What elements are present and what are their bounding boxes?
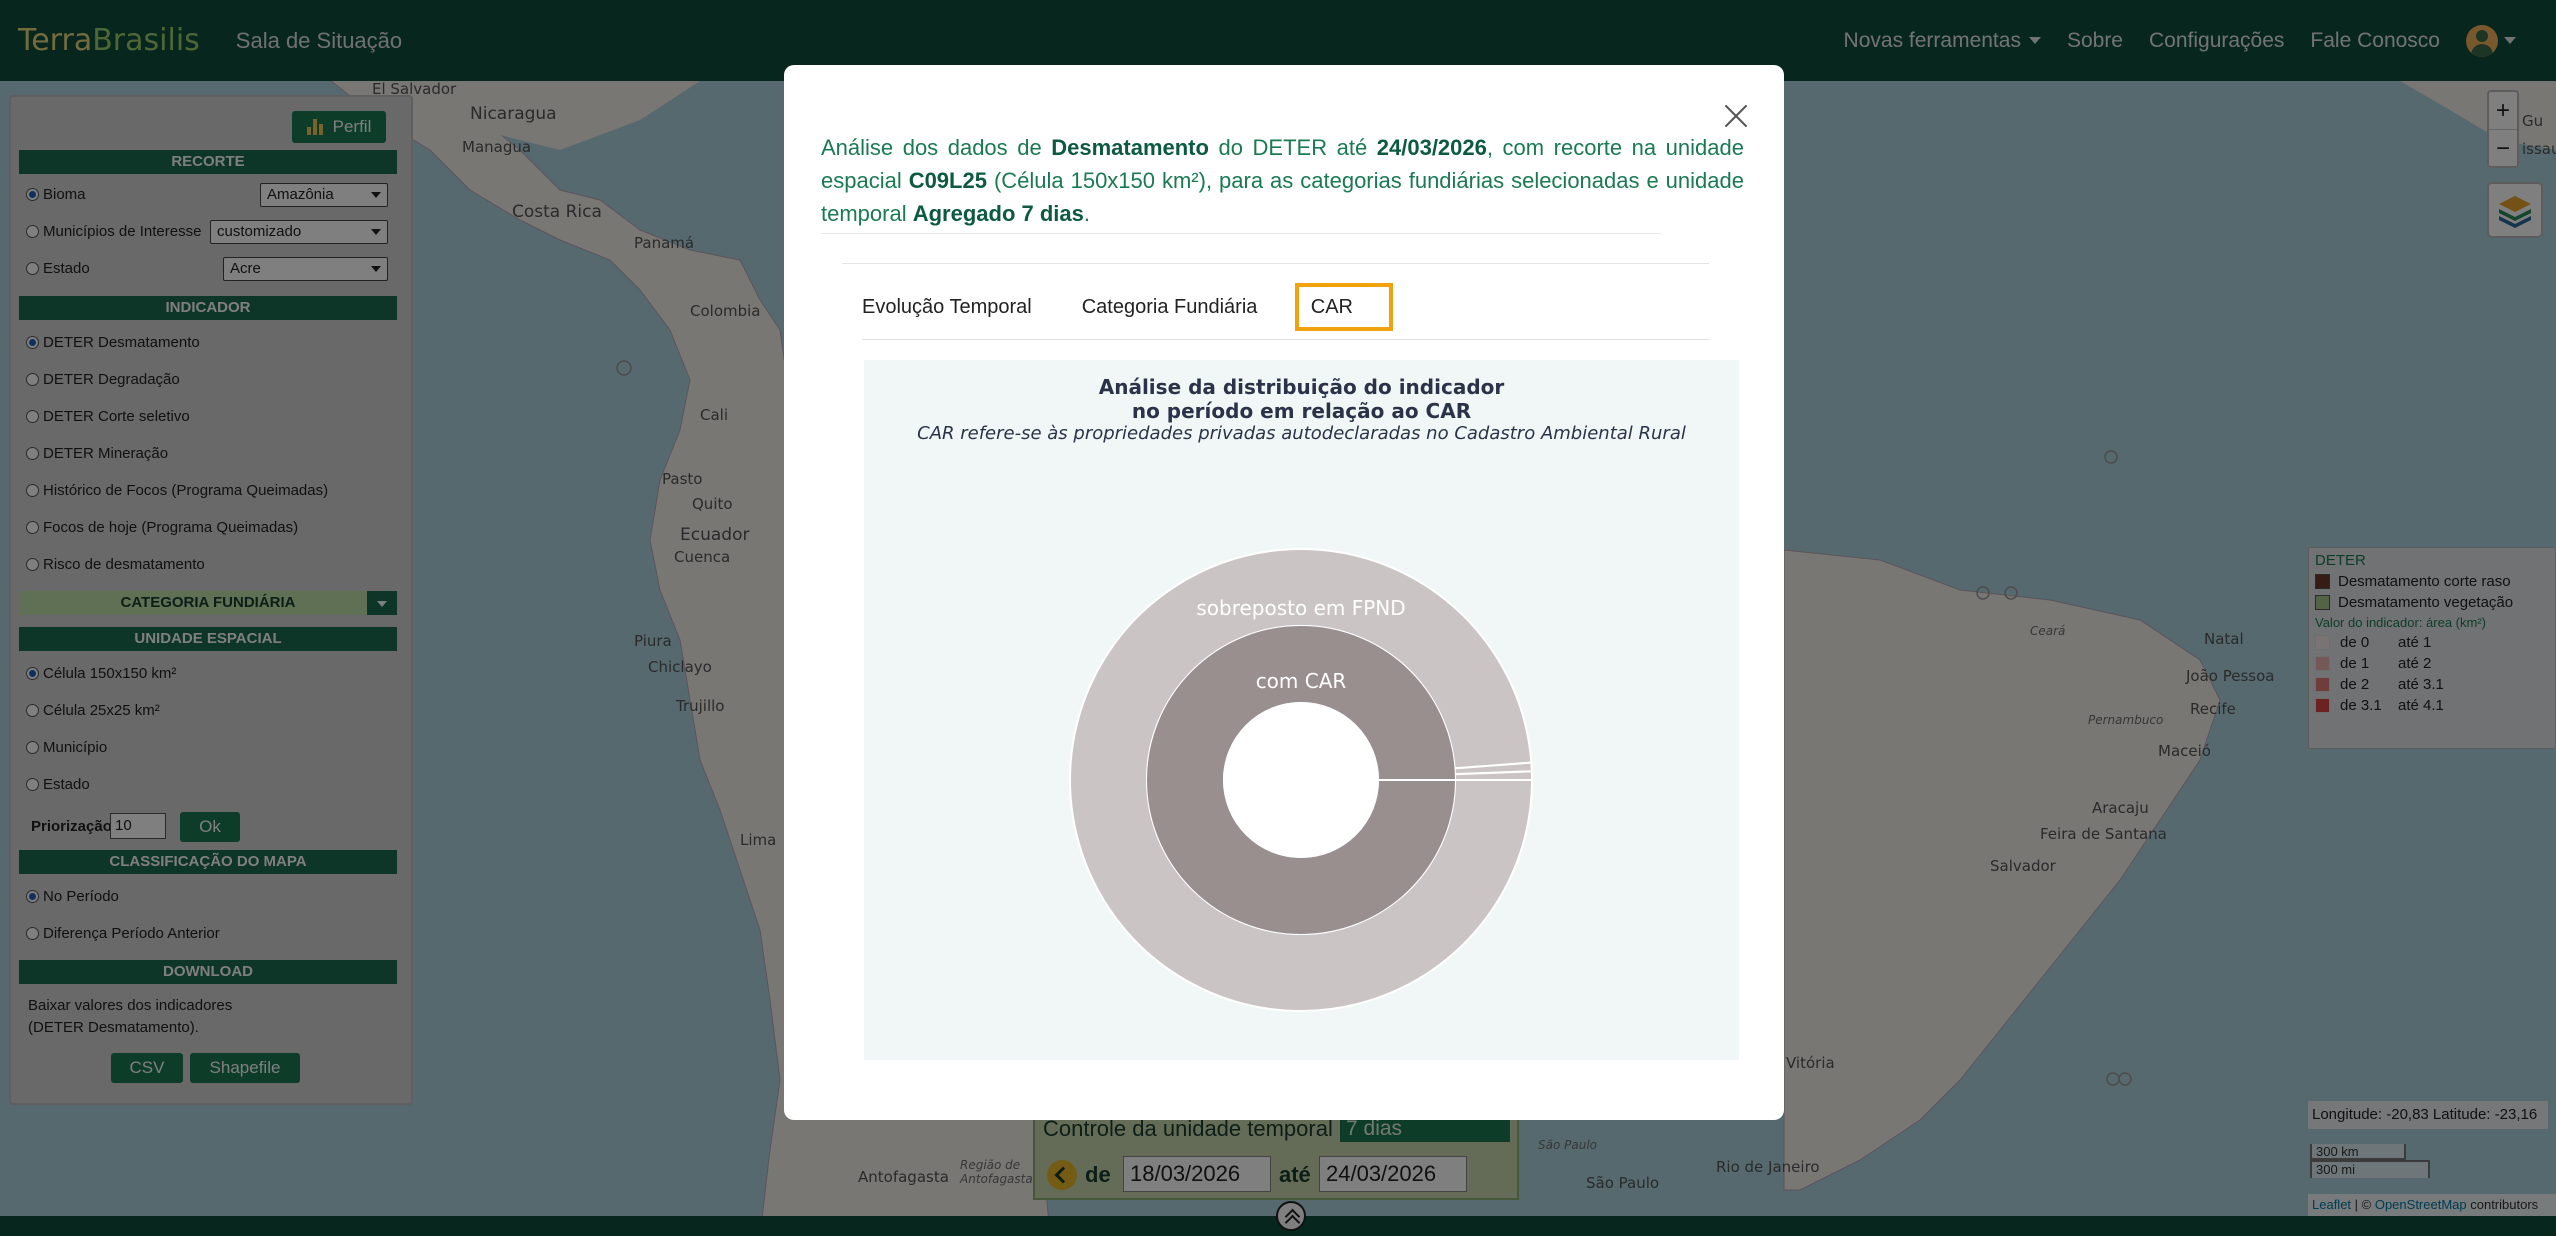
divider	[821, 233, 1661, 234]
outer-ring-label: sobreposto em FPND	[1196, 596, 1405, 620]
analysis-description: Análise dos dados de Desmatamento do DET…	[821, 135, 1744, 226]
analysis-modal: Análise dos dados de Desmatamento do DET…	[784, 65, 1784, 1120]
center-hole	[1223, 702, 1379, 858]
sunburst-chart: sobreposto em FPND com CAR	[1069, 548, 1534, 1012]
inner-ring-label: com CAR	[1256, 669, 1347, 693]
tab-car[interactable]: CAR	[1295, 283, 1394, 331]
tab-evolucao-temporal[interactable]: Evolução Temporal	[862, 296, 1057, 319]
tab-bar: Evolução Temporal Categoria Fundiária CA…	[862, 283, 1418, 331]
divider	[862, 339, 1709, 340]
tab-categoria-fundiaria[interactable]: Categoria Fundiária	[1082, 296, 1283, 319]
divider	[842, 263, 1709, 264]
car-chart: Análise da distribuição do indicador no …	[864, 360, 1739, 1060]
close-icon[interactable]	[1723, 103, 1749, 129]
